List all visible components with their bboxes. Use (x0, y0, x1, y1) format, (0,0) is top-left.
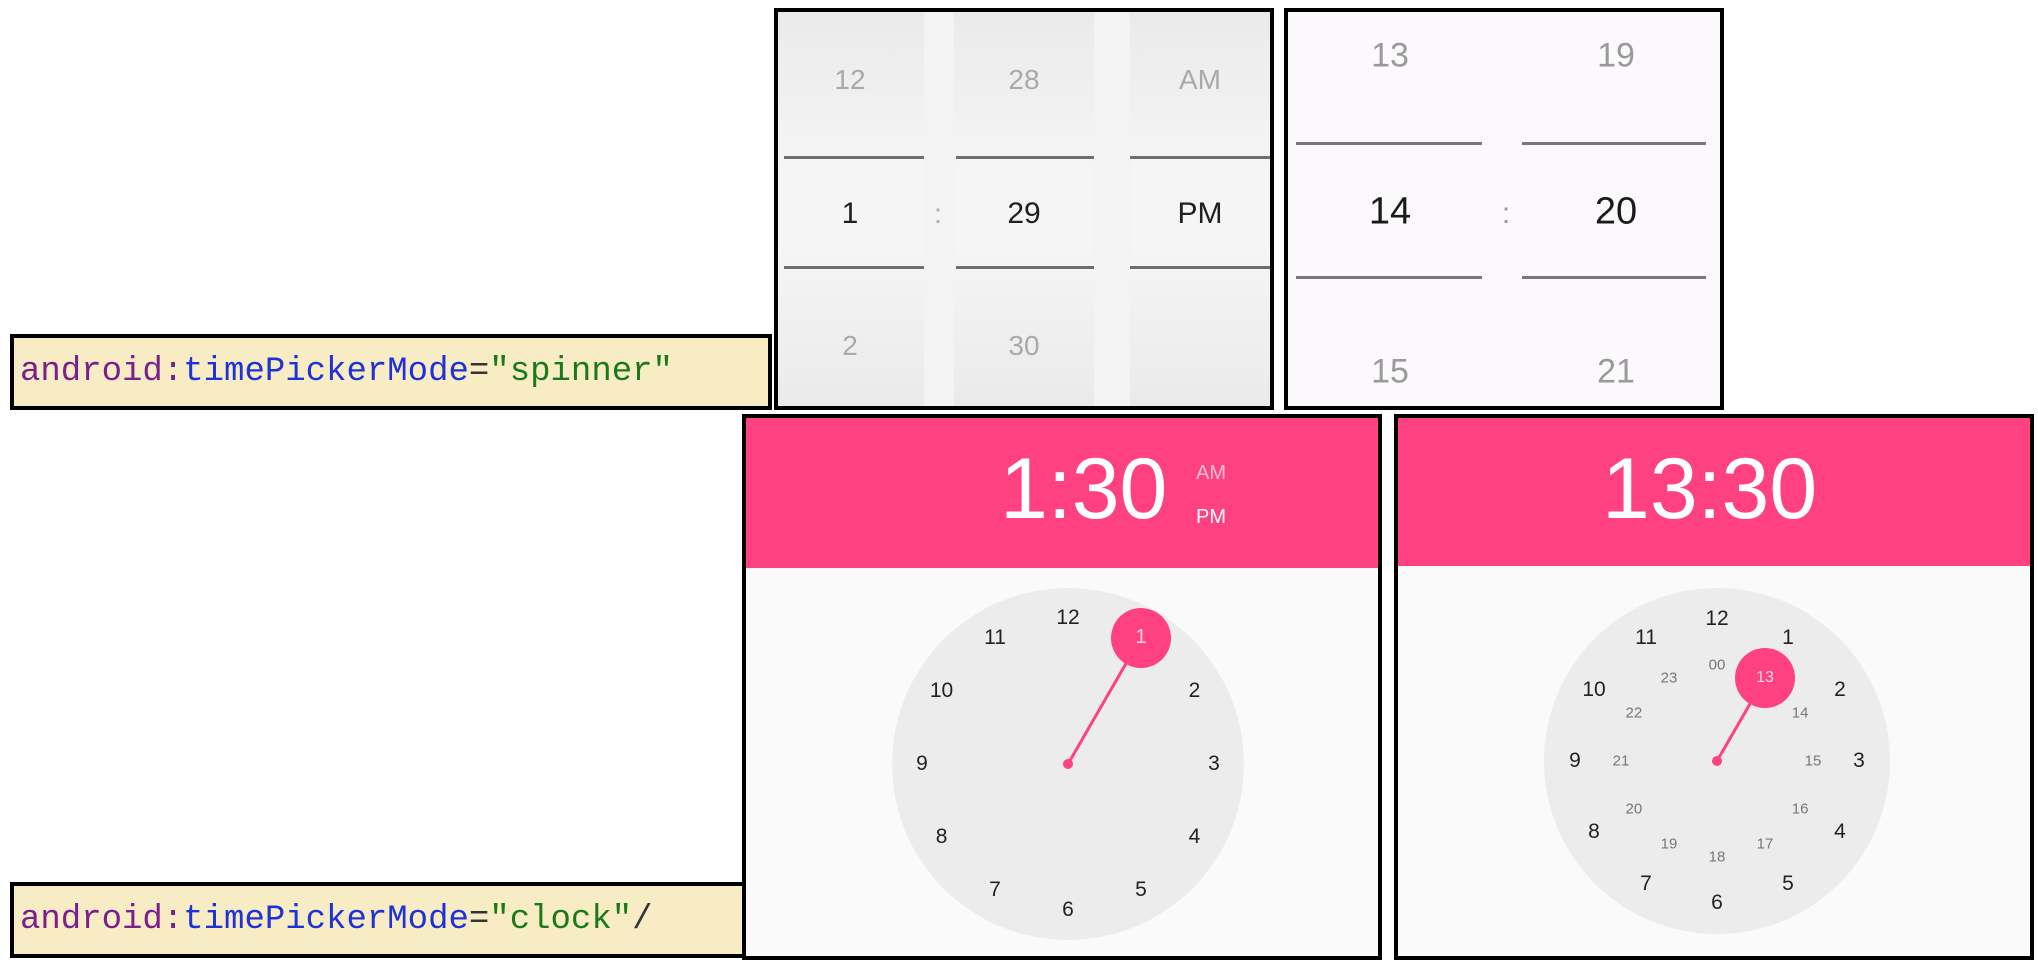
attr-key: timePickerMode (183, 353, 469, 391)
hour-prev[interactable]: 12 (834, 64, 865, 96)
spinner-24h-picker: 13 14 15 : 19 20 21 (1284, 8, 1724, 410)
hour-next[interactable]: 2 (842, 330, 858, 362)
attr-equals: = (468, 353, 490, 391)
minute-next[interactable]: 30 (1008, 330, 1039, 362)
clock-center-dot (1712, 756, 1722, 766)
am-toggle[interactable]: AM (1196, 462, 1226, 485)
spinner-12h-picker: 12 1 2 : 28 29 30 AM PM (774, 8, 1274, 410)
attr-close: / (632, 901, 653, 939)
clock-center-dot (1063, 759, 1073, 769)
minute-prev[interactable]: 19 (1597, 37, 1635, 76)
attr-namespace: android: (20, 901, 184, 939)
time-separator: : (934, 198, 942, 229)
hour-current[interactable]: 14 (1369, 191, 1411, 234)
attr-namespace: android: (20, 353, 184, 391)
pm-toggle[interactable]: PM (1196, 506, 1226, 529)
selected-time[interactable]: 1:30 (1000, 440, 1167, 539)
clock-mode-label: android: timePickerMode = "clock" / (10, 882, 762, 958)
time-header: 13:30 (1398, 418, 2030, 566)
attr-value: "clock" (489, 901, 633, 939)
hour-current[interactable]: 1 (842, 197, 859, 231)
clock-dial[interactable]: 1212345678910111 (892, 588, 1244, 940)
minute-prev[interactable]: 28 (1008, 64, 1039, 96)
hour-next[interactable]: 15 (1371, 353, 1409, 392)
time-header: 1:30 AM PM (746, 418, 1378, 568)
minute-next[interactable]: 21 (1597, 353, 1635, 392)
spinner-mode-label: android: timePickerMode = "spinner" (10, 334, 772, 410)
ampm-prev[interactable]: AM (1179, 64, 1221, 96)
selected-hour-handle[interactable]: 1 (1111, 607, 1171, 668)
minute-current[interactable]: 20 (1595, 191, 1637, 234)
hour-prev[interactable]: 13 (1371, 37, 1409, 76)
clock-dial[interactable]: 1212345678910110013141516171819202122231… (1544, 588, 1890, 934)
selected-time[interactable]: 13:30 (1602, 440, 1817, 539)
attr-key: timePickerMode (183, 901, 469, 939)
clock-24h-picker: 13:30 1212345678910110013141516171819202… (1394, 414, 2034, 960)
clock-12h-picker: 1:30 AM PM 1212345678910111 (742, 414, 1382, 960)
selected-hour-handle[interactable]: 13 (1735, 647, 1795, 708)
minute-current[interactable]: 29 (1007, 197, 1040, 231)
ampm-current[interactable]: PM (1178, 197, 1223, 231)
attr-equals: = (468, 901, 490, 939)
attr-value: "spinner" (489, 353, 673, 391)
time-separator: : (1501, 197, 1511, 230)
